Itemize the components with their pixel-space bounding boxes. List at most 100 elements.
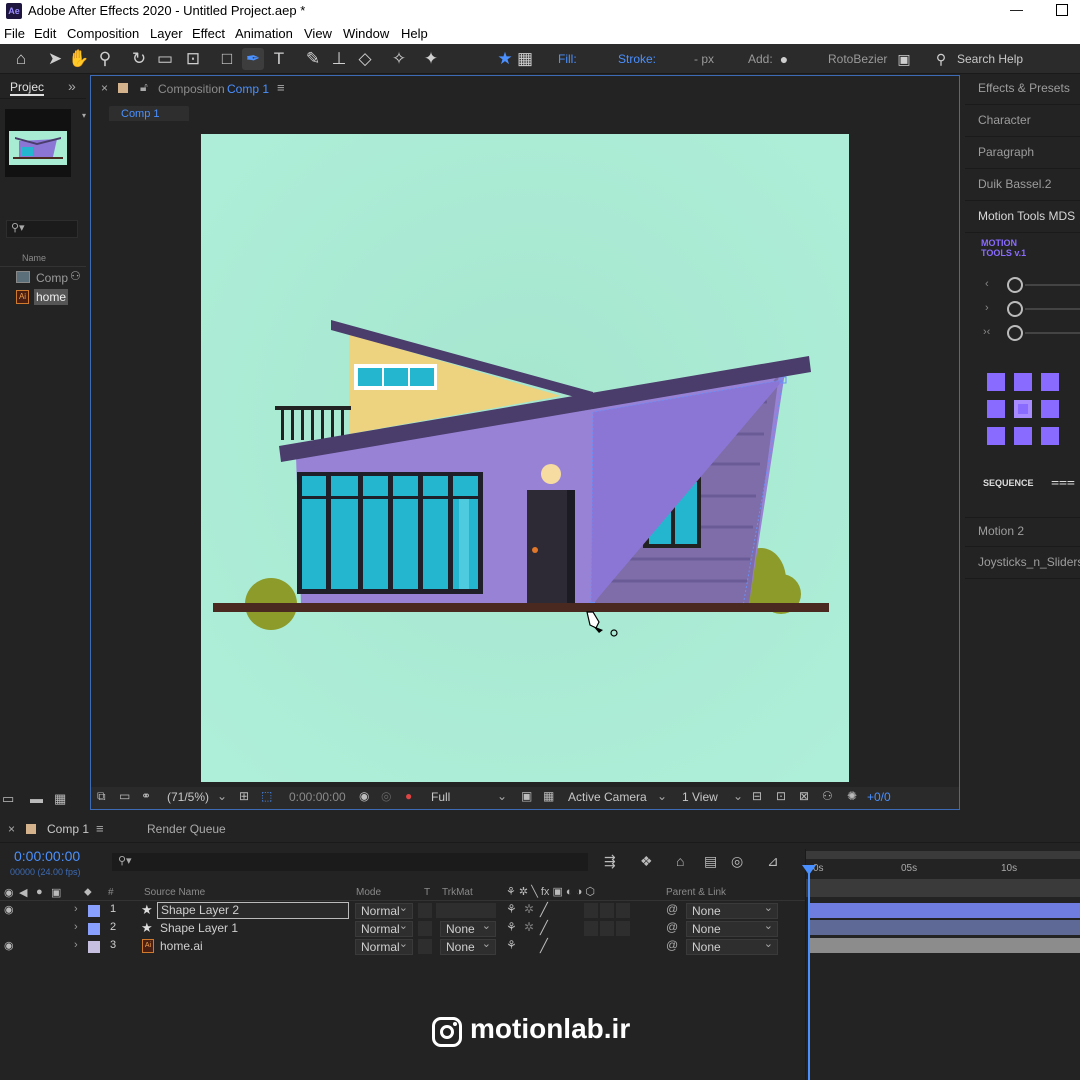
monitor-icon[interactable]: ▭ — [119, 789, 130, 803]
blend-mode-dropdown[interactable]: Normal — [355, 901, 413, 919]
pick-whip-icon[interactable]: @ — [666, 902, 678, 916]
lock-icon[interactable]: 🔓︎ — [140, 80, 148, 95]
hand-tool-icon[interactable]: ✋ — [68, 48, 90, 70]
expand-chevron-icon[interactable]: › — [74, 921, 78, 933]
layer-label-color[interactable] — [88, 923, 100, 935]
draft-3d-icon[interactable]: ❖ — [640, 853, 653, 870]
parent-dropdown[interactable]: None — [686, 937, 778, 955]
type-tool-icon[interactable]: T — [268, 48, 290, 70]
region-of-interest-icon[interactable]: ▣ — [521, 789, 532, 803]
frame-blending-icon[interactable]: ▤ — [704, 853, 717, 870]
anchor-top-right[interactable] — [1041, 373, 1059, 391]
layer-name[interactable]: Shape Layer 1 — [160, 921, 238, 935]
menu-composition[interactable]: Composition — [67, 26, 139, 41]
anchor-center[interactable] — [1014, 400, 1032, 418]
source-name-header[interactable]: Source Name — [144, 887, 205, 898]
panel-menu-icon[interactable]: ≡ — [277, 80, 285, 95]
viewer-timecode[interactable]: 0:00:00:00 — [289, 790, 346, 804]
chevron-down-icon[interactable]: ⌄ — [217, 789, 227, 803]
ease-in-slider[interactable] — [1007, 277, 1023, 293]
track-matte-dropdown[interactable]: None — [440, 937, 496, 955]
rectangle-tool-icon[interactable]: □ — [216, 48, 238, 70]
track-matte-dropdown[interactable]: None — [440, 919, 496, 937]
project-tab[interactable]: Projec — [10, 80, 45, 96]
playhead-handle[interactable] — [802, 865, 816, 875]
flowchart-icon[interactable]: ⚇ — [70, 269, 81, 283]
blend-mode-dropdown[interactable]: Normal — [355, 919, 413, 937]
title-action-safe-icon[interactable]: ⊞ — [239, 789, 249, 803]
sequence-layers-icon[interactable]: ⩶ — [1051, 473, 1075, 490]
label-tag-icon[interactable]: ⬥ — [84, 886, 92, 899]
brush-tool-icon[interactable]: ✎ — [302, 48, 324, 70]
flowchart-icon[interactable]: ⚇ — [822, 789, 833, 803]
star-icon[interactable]: ★ — [494, 48, 516, 70]
layer-row[interactable]: ◉ › 1 ★ Shape Layer 2 Normal ⚘ ✲ ╱ @ Non… — [0, 901, 805, 920]
selection-tool-icon[interactable]: ➤ — [44, 48, 66, 70]
reset-exposure-icon[interactable]: ✺ — [847, 789, 857, 803]
camera-tool-icon[interactable]: ▭ — [154, 48, 176, 70]
anchor-bottom-right[interactable] — [1041, 427, 1059, 445]
ease-out-slider[interactable] — [1007, 301, 1023, 317]
menu-animation[interactable]: Animation — [235, 26, 293, 41]
composition-canvas[interactable] — [201, 134, 849, 782]
new-folder-icon[interactable]: ▬ — [30, 791, 43, 806]
time-ruler[interactable] — [806, 879, 1080, 897]
switch-slot[interactable] — [616, 903, 630, 918]
stroke-width-value[interactable]: - px — [694, 52, 714, 66]
layer-label-color[interactable] — [88, 905, 100, 917]
home-icon[interactable]: ⌂ — [10, 48, 32, 70]
pick-whip-icon[interactable]: @ — [666, 938, 678, 952]
layer-label-color[interactable] — [88, 941, 100, 953]
work-area-bar[interactable] — [806, 851, 1080, 859]
composition-tab[interactable]: Comp 1 — [227, 82, 269, 96]
current-time-indicator[interactable] — [808, 865, 810, 1080]
preserve-transparency-toggle[interactable] — [418, 903, 432, 918]
quality-switch-icon[interactable]: ╱ — [540, 902, 548, 918]
minimize-icon[interactable]: — — [1010, 2, 1023, 17]
chevron-down-icon[interactable]: ⌄ — [657, 789, 667, 803]
project-item-comp[interactable]: Comp ⚇ — [16, 269, 86, 287]
toggle-pixel-aspect-icon[interactable]: ⊟ — [752, 789, 762, 803]
anchor-top-center[interactable] — [1014, 373, 1032, 391]
toggle-mask-path-icon[interactable]: ⬚ — [261, 789, 272, 803]
menu-effect[interactable]: Effect — [192, 26, 225, 41]
menu-file[interactable]: File — [4, 26, 25, 41]
switch-slot[interactable] — [600, 903, 614, 918]
grid-icon[interactable]: ▦ — [514, 48, 536, 70]
exposure-value[interactable]: +0/0 — [867, 790, 891, 804]
shy-switch-icon[interactable]: ⚘ — [506, 938, 517, 952]
roto-brush-tool-icon[interactable]: ✧ — [388, 48, 410, 70]
anchor-bottom-center[interactable] — [1014, 427, 1032, 445]
blend-mode-dropdown[interactable]: Normal — [355, 937, 413, 955]
workspace-icon[interactable]: ▣ — [893, 48, 915, 70]
timeline-comp-tab[interactable]: Comp 1 — [47, 822, 89, 836]
comp-mini-flowchart-icon[interactable]: ⇶ — [604, 853, 616, 870]
shy-switch-icon[interactable]: ⚘ — [506, 902, 517, 916]
search-icon[interactable]: ⚲ — [930, 48, 952, 70]
new-composition-icon[interactable]: ▦ — [54, 791, 66, 807]
ease-both-slider[interactable] — [1007, 325, 1023, 341]
always-preview-icon[interactable]: ⧉ — [97, 789, 106, 804]
interpret-footage-icon[interactable]: ▭ — [2, 791, 14, 807]
collapse-switch-icon[interactable]: ✲ — [524, 920, 534, 934]
preserve-transparency-toggle[interactable] — [418, 921, 432, 936]
switch-slot[interactable] — [584, 921, 598, 936]
panel-motion-2[interactable]: Motion 2 — [965, 517, 1080, 547]
timeline-search-input[interactable]: ⚲▾ — [112, 853, 588, 871]
puppet-tool-icon[interactable]: ✦ — [420, 48, 442, 70]
expand-chevron-icon[interactable]: › — [74, 939, 78, 951]
pen-tool-icon[interactable]: ✒ — [242, 48, 264, 70]
render-queue-tab[interactable]: Render Queue — [147, 822, 226, 836]
panel-effects-presets[interactable]: Effects & Presets — [965, 75, 1080, 105]
clone-stamp-tool-icon[interactable]: ⊥ — [328, 48, 350, 70]
zoom-tool-icon[interactable]: ⚲ — [94, 48, 116, 70]
anchor-middle-right[interactable] — [1041, 400, 1059, 418]
resolution-dropdown[interactable]: Full — [431, 790, 450, 804]
chevron-down-icon[interactable]: ⌄ — [497, 789, 507, 803]
project-item-home[interactable]: Ai home — [16, 289, 86, 307]
visibility-eye-icon[interactable]: ◉ — [4, 939, 14, 952]
panel-character[interactable]: Character — [965, 107, 1080, 137]
video-visibility-icon[interactable]: ◉ — [4, 886, 14, 899]
collapse-switch-icon[interactable]: ✲ — [524, 902, 534, 916]
panel-joysticks-sliders[interactable]: Joysticks_n_Sliders — [965, 549, 1080, 579]
